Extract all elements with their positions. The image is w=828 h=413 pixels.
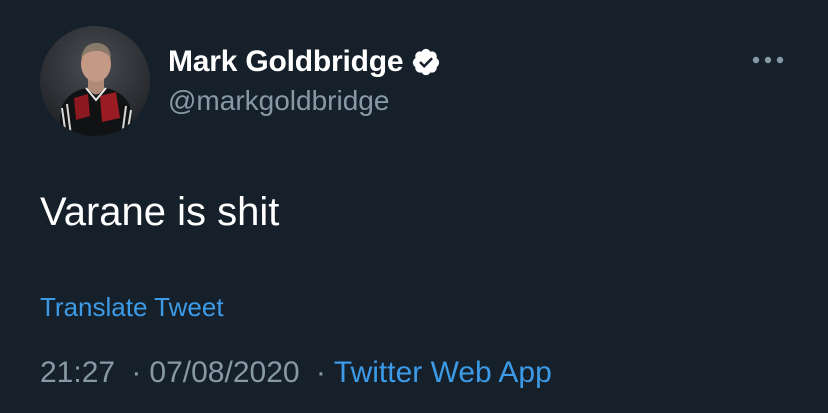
tweet-text: Varane is shit [40, 190, 280, 234]
display-name[interactable]: Mark Goldbridge [168, 44, 404, 80]
tweet-date[interactable]: 07/08/2020 [149, 356, 299, 389]
avatar-image [40, 26, 150, 136]
author-name-row: Mark Goldbridge [168, 42, 441, 82]
tweet-time[interactable]: 21:27 [40, 356, 115, 389]
more-options-button[interactable] [748, 48, 788, 72]
author-handle[interactable]: @markgoldbridge [168, 84, 389, 118]
translate-tweet-link[interactable]: Translate Tweet [40, 290, 224, 324]
meta-separator: · [131, 356, 142, 389]
avatar[interactable] [40, 26, 150, 136]
meta-separator: · [315, 356, 326, 389]
tweet-card: Mark Goldbridge @markgoldbridge Varane i… [0, 0, 828, 413]
tweet-source-link[interactable]: Twitter Web App [334, 356, 552, 389]
tweet-meta: 21:27 · 07/08/2020 · Twitter Web App [40, 354, 552, 392]
verified-badge-icon [411, 47, 441, 77]
more-options-icon [752, 56, 784, 64]
